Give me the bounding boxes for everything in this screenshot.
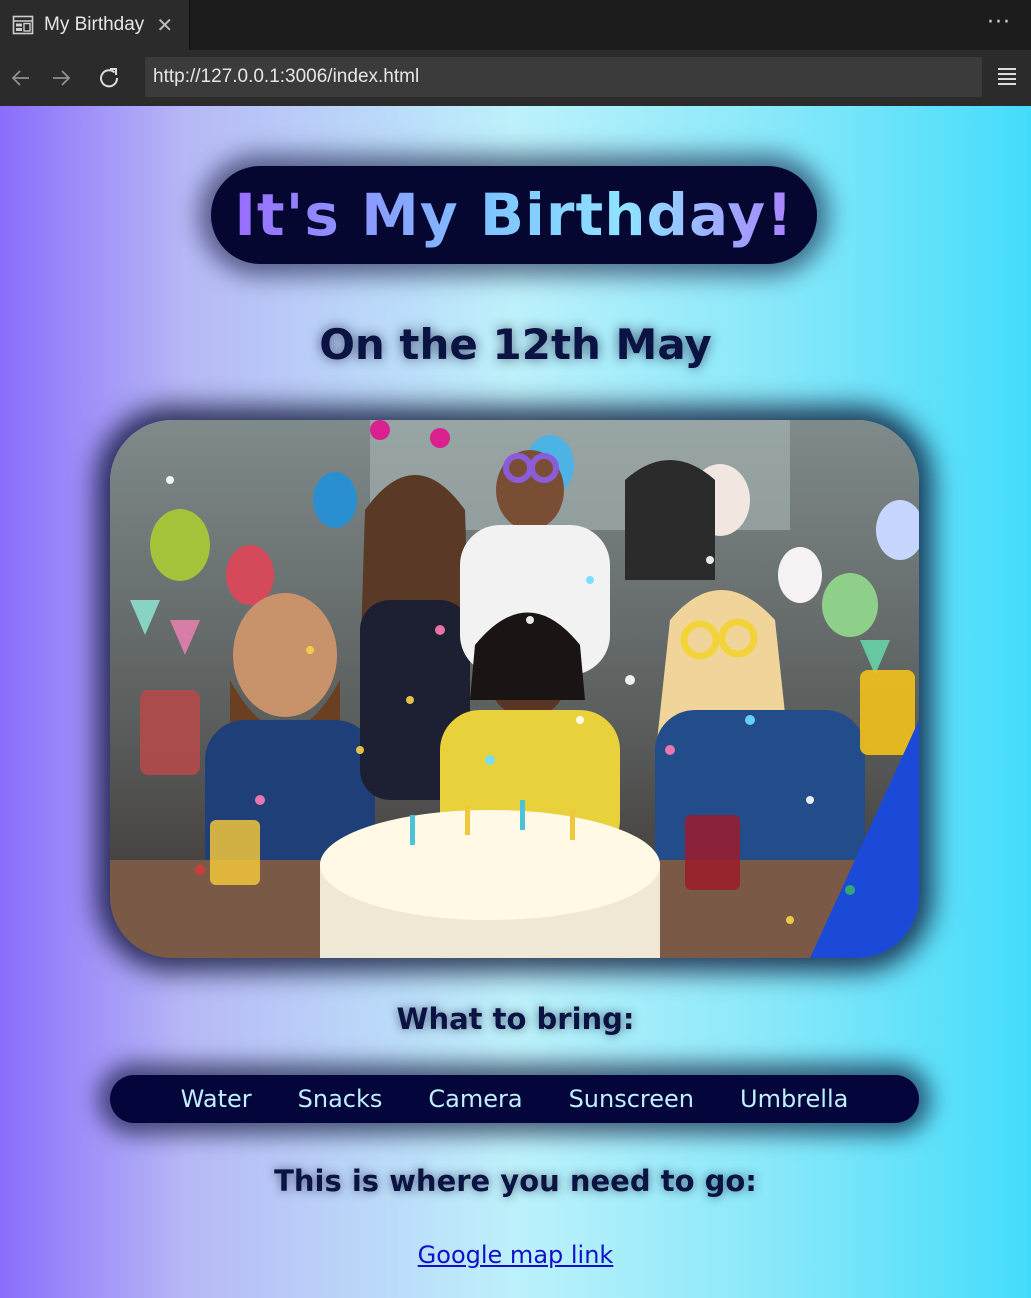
hamburger-icon[interactable] bbox=[995, 64, 1019, 88]
bring-item-sunscreen: Sunscreen bbox=[568, 1085, 694, 1113]
browser-tab-strip: My Birthday ✕ ··· bbox=[0, 0, 1031, 50]
more-options-button[interactable]: ··· bbox=[987, 10, 1011, 35]
bring-item-camera: Camera bbox=[428, 1085, 523, 1113]
bring-item-umbrella: Umbrella bbox=[740, 1085, 849, 1113]
party-photo bbox=[110, 420, 919, 958]
page-content: It's My Birthday! On the 12th May What t… bbox=[0, 106, 1031, 1298]
browser-tab[interactable]: My Birthday ✕ bbox=[0, 0, 190, 50]
bring-heading: What to bring: bbox=[396, 1002, 635, 1036]
location-heading: This is where you need to go: bbox=[274, 1164, 757, 1198]
map-link-container: Google map link bbox=[0, 1241, 1031, 1269]
address-bar[interactable]: http://127.0.0.1:3006/index.html bbox=[145, 57, 982, 97]
bring-item-snacks: Snacks bbox=[297, 1085, 383, 1113]
tab-title: My Birthday bbox=[44, 14, 145, 35]
reload-icon[interactable] bbox=[92, 61, 126, 95]
title-banner: It's My Birthday! bbox=[211, 166, 817, 264]
arrow-right-icon[interactable] bbox=[44, 61, 78, 95]
arrow-left-icon[interactable] bbox=[4, 61, 38, 95]
bring-list: Water Snacks Camera Sunscreen Umbrella bbox=[110, 1075, 919, 1123]
browser-toolbar: http://127.0.0.1:3006/index.html bbox=[0, 50, 1031, 106]
page-title: It's My Birthday! bbox=[234, 181, 794, 249]
close-icon[interactable]: ✕ bbox=[156, 15, 173, 35]
bring-item-water: Water bbox=[180, 1085, 252, 1113]
date-heading: On the 12th May bbox=[319, 320, 712, 369]
page-icon bbox=[12, 14, 34, 36]
google-map-link[interactable]: Google map link bbox=[418, 1241, 614, 1269]
